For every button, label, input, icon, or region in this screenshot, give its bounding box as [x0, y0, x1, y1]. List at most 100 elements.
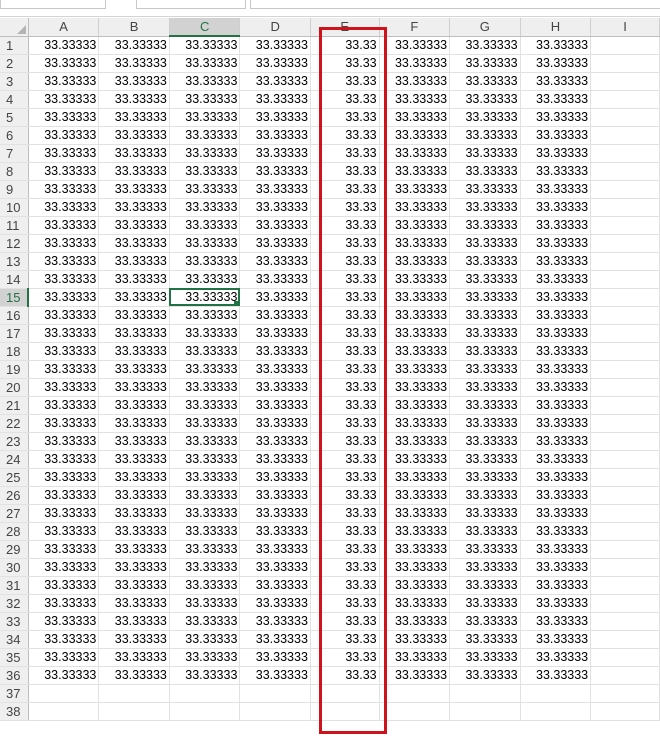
row-header[interactable]: 31	[0, 576, 29, 595]
cell-a3[interactable]: 33.33333	[28, 72, 100, 91]
cell-e17[interactable]: 33.33	[310, 324, 380, 343]
cell-a37[interactable]	[28, 684, 100, 703]
row-header[interactable]: 37	[0, 684, 29, 703]
cell-b24[interactable]: 33.33333	[98, 450, 170, 469]
cell-d8[interactable]: 33.33333	[239, 162, 311, 181]
cell-g38[interactable]	[449, 702, 521, 721]
column-header-g[interactable]: G	[449, 18, 521, 37]
select-all-corner[interactable]	[0, 18, 29, 37]
cell-b33[interactable]: 33.33333	[98, 612, 170, 631]
cell-e33[interactable]: 33.33	[310, 612, 380, 631]
cell-f36[interactable]: 33.33333	[379, 666, 451, 685]
cell-b36[interactable]: 33.33333	[98, 666, 170, 685]
cell-i37[interactable]	[590, 684, 660, 703]
cell-g13[interactable]: 33.33333	[449, 252, 521, 271]
cell-i31[interactable]	[590, 576, 660, 595]
cell-f10[interactable]: 33.33333	[379, 198, 451, 217]
cell-h2[interactable]: 33.33333	[520, 54, 592, 73]
row-header[interactable]: 10	[0, 198, 29, 217]
cell-i10[interactable]	[590, 198, 660, 217]
cell-a8[interactable]: 33.33333	[28, 162, 100, 181]
cell-i23[interactable]	[590, 432, 660, 451]
cell-d35[interactable]: 33.33333	[239, 648, 311, 667]
cell-g4[interactable]: 33.33333	[449, 90, 521, 109]
cell-g30[interactable]: 33.33333	[449, 558, 521, 577]
cell-d34[interactable]: 33.33333	[239, 630, 311, 649]
cell-a21[interactable]: 33.33333	[28, 396, 100, 415]
cell-h14[interactable]: 33.33333	[520, 270, 592, 289]
cell-e24[interactable]: 33.33	[310, 450, 380, 469]
cell-a31[interactable]: 33.33333	[28, 576, 100, 595]
cell-d9[interactable]: 33.33333	[239, 180, 311, 199]
cell-b16[interactable]: 33.33333	[98, 306, 170, 325]
cell-g14[interactable]: 33.33333	[449, 270, 521, 289]
column-header-c[interactable]: C	[169, 18, 241, 37]
cell-d29[interactable]: 33.33333	[239, 540, 311, 559]
cell-g26[interactable]: 33.33333	[449, 486, 521, 505]
cell-c3[interactable]: 33.33333	[169, 72, 241, 91]
cell-h17[interactable]: 33.33333	[520, 324, 592, 343]
cell-h30[interactable]: 33.33333	[520, 558, 592, 577]
cell-d16[interactable]: 33.33333	[239, 306, 311, 325]
row-header[interactable]: 7	[0, 144, 29, 163]
cell-c26[interactable]: 33.33333	[169, 486, 241, 505]
row-header[interactable]: 15	[0, 288, 30, 307]
cell-e32[interactable]: 33.33	[310, 594, 380, 613]
cell-g22[interactable]: 33.33333	[449, 414, 521, 433]
cell-i20[interactable]	[590, 378, 660, 397]
cell-e19[interactable]: 33.33	[310, 360, 380, 379]
cell-h21[interactable]: 33.33333	[520, 396, 592, 415]
cell-c33[interactable]: 33.33333	[169, 612, 241, 631]
cell-d37[interactable]	[239, 684, 311, 703]
cell-f4[interactable]: 33.33333	[379, 90, 451, 109]
cell-e5[interactable]: 33.33	[310, 108, 380, 127]
cell-b15[interactable]: 33.33333	[98, 288, 170, 307]
cell-c29[interactable]: 33.33333	[169, 540, 241, 559]
cell-b37[interactable]	[98, 684, 170, 703]
cell-d14[interactable]: 33.33333	[239, 270, 311, 289]
cell-i2[interactable]	[590, 54, 660, 73]
cell-d38[interactable]	[239, 702, 311, 721]
cell-b27[interactable]: 33.33333	[98, 504, 170, 523]
cell-e37[interactable]	[310, 684, 380, 703]
cell-d30[interactable]: 33.33333	[239, 558, 311, 577]
cell-c10[interactable]: 33.33333	[169, 198, 241, 217]
cell-e34[interactable]: 33.33	[310, 630, 380, 649]
cell-i24[interactable]	[590, 450, 660, 469]
cell-g18[interactable]: 33.33333	[449, 342, 521, 361]
cell-c13[interactable]: 33.33333	[169, 252, 241, 271]
cell-b30[interactable]: 33.33333	[98, 558, 170, 577]
cell-h6[interactable]: 33.33333	[520, 126, 592, 145]
cell-f32[interactable]: 33.33333	[379, 594, 451, 613]
cell-c12[interactable]: 33.33333	[169, 234, 241, 253]
cell-g31[interactable]: 33.33333	[449, 576, 521, 595]
cell-h19[interactable]: 33.33333	[520, 360, 592, 379]
row-header[interactable]: 35	[0, 648, 29, 667]
cell-e28[interactable]: 33.33	[310, 522, 380, 541]
cell-f14[interactable]: 33.33333	[379, 270, 451, 289]
row-header[interactable]: 11	[0, 216, 29, 235]
cell-a32[interactable]: 33.33333	[28, 594, 100, 613]
cell-i11[interactable]	[590, 216, 660, 235]
row-header[interactable]: 4	[0, 90, 29, 109]
cell-h15[interactable]: 33.33333	[520, 288, 592, 307]
cell-d22[interactable]: 33.33333	[239, 414, 311, 433]
cell-g15[interactable]: 33.33333	[449, 288, 521, 307]
cell-i27[interactable]	[590, 504, 660, 523]
cell-c20[interactable]: 33.33333	[169, 378, 241, 397]
cell-h22[interactable]: 33.33333	[520, 414, 592, 433]
cell-h10[interactable]: 33.33333	[520, 198, 592, 217]
row-header[interactable]: 17	[0, 324, 29, 343]
cell-b38[interactable]	[98, 702, 170, 721]
cell-a7[interactable]: 33.33333	[28, 144, 100, 163]
cell-c34[interactable]: 33.33333	[169, 630, 241, 649]
cell-f12[interactable]: 33.33333	[379, 234, 451, 253]
cell-d27[interactable]: 33.33333	[239, 504, 311, 523]
row-header[interactable]: 9	[0, 180, 29, 199]
cell-b13[interactable]: 33.33333	[98, 252, 170, 271]
cell-h37[interactable]	[520, 684, 592, 703]
cell-c18[interactable]: 33.33333	[169, 342, 241, 361]
cell-f24[interactable]: 33.33333	[379, 450, 451, 469]
column-header-i[interactable]: I	[590, 18, 660, 37]
cell-h18[interactable]: 33.33333	[520, 342, 592, 361]
